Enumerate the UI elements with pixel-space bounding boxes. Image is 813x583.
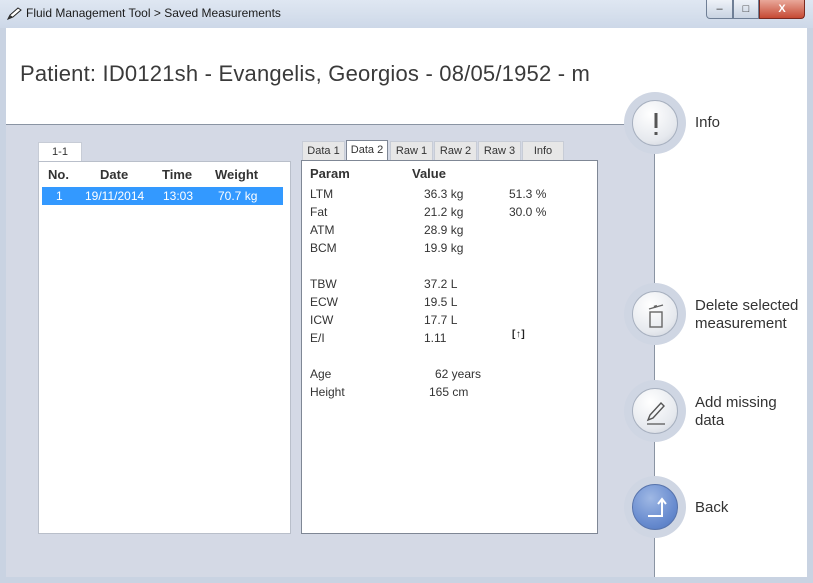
param-fat: Fat (310, 205, 328, 219)
add-missing-button[interactable] (624, 380, 686, 442)
value-height: 165 cm (429, 385, 469, 399)
exclamation-icon (632, 100, 678, 146)
value-tbw: 37.2 L (424, 277, 458, 291)
param-height: Height (310, 385, 345, 399)
patient-header: Patient: ID0121sh - Evangelis, Georgios … (20, 61, 591, 86)
maximize-icon: □ (742, 3, 750, 15)
back-button[interactable] (624, 476, 686, 538)
delete-label-line2[interactable]: measurement (695, 315, 787, 333)
tab-raw-2[interactable]: Raw 2 (434, 141, 477, 161)
percent-fat: 30.0 % (509, 205, 547, 219)
column-header-time[interactable]: Time (162, 167, 192, 182)
add-missing-label-line1[interactable]: Add missing (695, 394, 777, 412)
delete-action[interactable]: Delete selected measurement (622, 281, 812, 351)
measurement-list[interactable]: No. Date Time Weight 1 19/11/2014 13:03 … (38, 161, 291, 534)
measurement-data-panel: Param Value LTM 36.3 kg 51.3 % Fat 21.2 … (301, 160, 598, 534)
tab-data-2[interactable]: Data 2 (346, 140, 388, 162)
delete-button[interactable] (624, 283, 686, 345)
param-tbw: TBW (310, 277, 337, 291)
back-action[interactable]: Back (622, 474, 812, 544)
add-missing-action[interactable]: Add missing data (622, 378, 812, 448)
pencil-icon (632, 388, 678, 434)
close-button[interactable]: X (759, 0, 805, 19)
column-header-date[interactable]: Date (100, 167, 128, 182)
return-arrow-icon (632, 484, 678, 530)
param-icw: ICW (310, 313, 334, 327)
param-bcm: BCM (310, 241, 337, 255)
row-no: 1 (56, 189, 63, 203)
value-ltm: 36.3 kg (424, 187, 464, 201)
close-icon: X (778, 3, 786, 15)
title-bar: Fluid Management Tool > Saved Measuremen… (0, 0, 813, 28)
param-ecw: ECW (310, 295, 338, 309)
value-atm: 28.9 kg (424, 223, 464, 237)
measurement-row[interactable]: 1 19/11/2014 13:03 70.7 kg (42, 187, 283, 205)
delete-label-line1[interactable]: Delete selected (695, 297, 798, 315)
value-ecw: 19.5 L (424, 295, 458, 309)
add-missing-label-line2[interactable]: data (695, 412, 724, 430)
value-header: Value (412, 166, 446, 181)
tab-data-1[interactable]: Data 1 (302, 141, 345, 161)
app-pencil-icon (6, 7, 22, 20)
percent-ltm: 51.3 % (509, 187, 547, 201)
param-header: Param (310, 166, 350, 181)
column-header-no[interactable]: No. (48, 167, 69, 182)
minimize-icon: – (716, 3, 723, 15)
maximize-button[interactable]: □ (733, 0, 759, 19)
row-weight: 70.7 kg (218, 189, 258, 203)
param-ei: E/I (310, 331, 325, 345)
info-label[interactable]: Info (695, 114, 720, 132)
arrow-up-indicator-icon: [↑] (512, 329, 526, 340)
minimize-button[interactable]: – (706, 0, 733, 19)
row-date: 19/11/2014 (85, 189, 145, 203)
value-fat: 21.2 kg (424, 205, 464, 219)
info-button[interactable] (624, 92, 686, 154)
window-bottom-border (0, 577, 813, 583)
window-title: Fluid Management Tool > Saved Measuremen… (26, 6, 281, 20)
tab-page-1-1[interactable]: 1-1 (38, 142, 82, 162)
row-time: 13:03 (163, 189, 194, 203)
param-age: Age (310, 367, 332, 381)
value-icw: 17.7 L (424, 313, 458, 327)
info-action[interactable]: Info (622, 90, 812, 160)
param-ltm: LTM (310, 187, 334, 201)
tab-raw-1[interactable]: Raw 1 (390, 141, 433, 161)
column-header-weight[interactable]: Weight (215, 167, 258, 182)
main-window: Patient: ID0121sh - Evangelis, Georgios … (6, 28, 807, 577)
tab-info[interactable]: Info (522, 141, 564, 161)
value-bcm: 19.9 kg (424, 241, 464, 255)
tab-raw-3[interactable]: Raw 3 (478, 141, 521, 161)
trash-icon (632, 291, 678, 337)
value-age: 62 years (435, 367, 482, 381)
param-atm: ATM (310, 223, 335, 237)
value-ei: 1.11 (424, 331, 447, 345)
back-label[interactable]: Back (695, 499, 728, 517)
